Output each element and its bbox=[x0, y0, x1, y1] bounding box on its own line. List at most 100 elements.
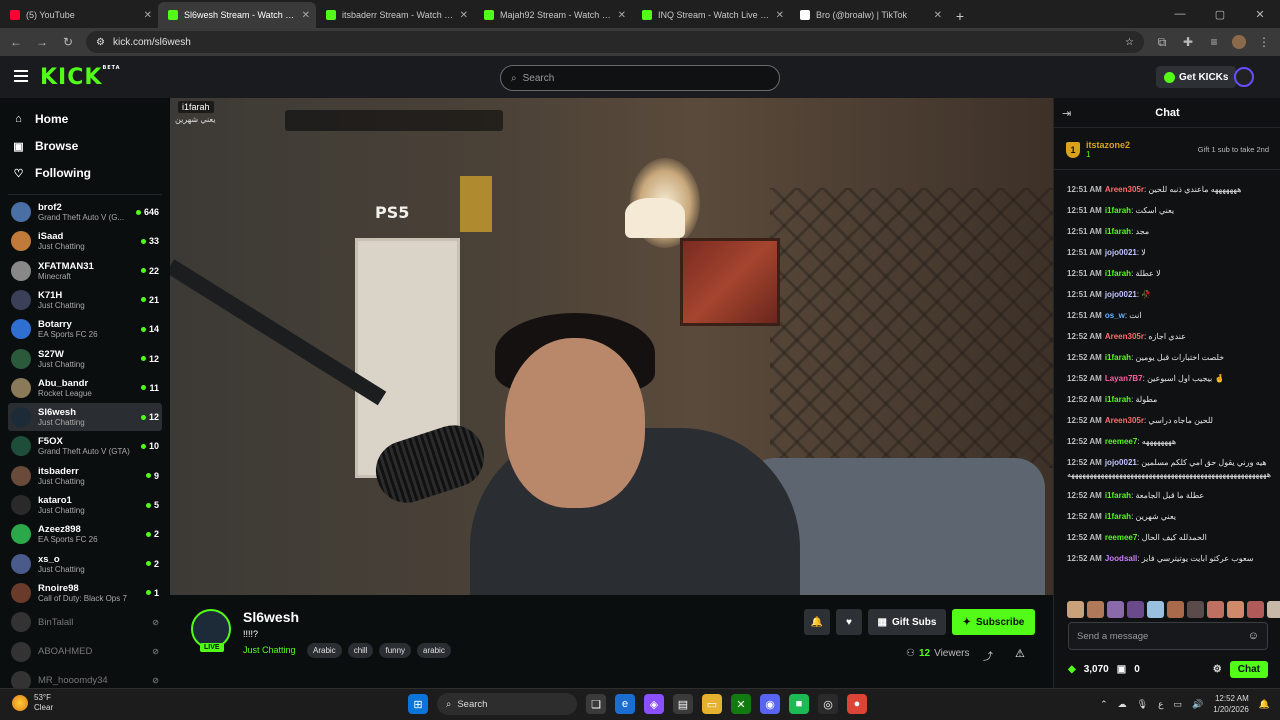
stream-category[interactable]: Just Chatting bbox=[243, 645, 296, 655]
stream-tag[interactable]: Arabic bbox=[307, 643, 342, 658]
browser-tab[interactable]: Majah92 Stream - Watch Live on Kick ✕ bbox=[474, 2, 632, 28]
mic-icon[interactable]: 🎙 bbox=[1137, 699, 1148, 710]
sidebar-channel[interactable]: K71H Just Chatting 21 bbox=[8, 286, 162, 314]
sidebar-channel[interactable]: iSaad Just Chatting 33 bbox=[8, 227, 162, 255]
close-window-icon[interactable]: ✕ bbox=[1240, 0, 1280, 28]
browser-tab[interactable]: (5) YouTube ✕ bbox=[0, 2, 158, 28]
sidebar-channel[interactable]: BinTalall ⊘ bbox=[8, 608, 162, 636]
copilot-icon[interactable]: ◈ bbox=[644, 694, 664, 714]
chrome-icon[interactable]: ● bbox=[847, 694, 867, 714]
extension-icon[interactable]: ⧉ bbox=[1154, 34, 1170, 50]
tab-close-icon[interactable]: ✕ bbox=[934, 10, 942, 21]
emote-icon[interactable] bbox=[1187, 601, 1204, 618]
follow-button[interactable]: ♥ bbox=[836, 609, 862, 635]
send-chat-button[interactable]: Chat bbox=[1229, 660, 1268, 678]
chat-message-input[interactable]: Send a message ☺ bbox=[1068, 622, 1268, 650]
profile-avatar[interactable] bbox=[1232, 35, 1246, 49]
message-user[interactable]: reemee7 bbox=[1105, 437, 1137, 446]
forward-icon[interactable]: → bbox=[34, 35, 50, 49]
sidebar-channel[interactable]: Rnoire98 Call of Duty: Black Ops 7 1 bbox=[8, 579, 162, 607]
message-user[interactable]: i1farah bbox=[1105, 353, 1131, 362]
language-icon[interactable]: ع bbox=[1158, 699, 1163, 710]
channel-name[interactable]: Sl6wesh bbox=[243, 609, 299, 625]
weather-widget[interactable]: 53°F Clear bbox=[12, 693, 53, 713]
stream-tag[interactable]: chill bbox=[347, 643, 374, 658]
message-user[interactable]: i1farah bbox=[1105, 206, 1131, 215]
get-kicks-button[interactable]: Get KICKs bbox=[1156, 66, 1237, 88]
emote-icon[interactable] bbox=[1087, 601, 1104, 618]
report-icon[interactable]: ⚠ bbox=[1015, 647, 1025, 660]
start-icon[interactable]: ⊞ bbox=[408, 694, 428, 714]
tab-close-icon[interactable]: ✕ bbox=[460, 10, 468, 21]
back-icon[interactable]: ← bbox=[8, 35, 24, 49]
emote-icon[interactable] bbox=[1107, 601, 1124, 618]
task-view-icon[interactable]: ❏ bbox=[586, 694, 606, 714]
notification-bell-button[interactable]: 🔔 bbox=[804, 609, 830, 635]
site-info-icon[interactable]: ⚙ bbox=[96, 37, 105, 48]
clock[interactable]: 12:52 AM 1/20/2026 bbox=[1213, 693, 1249, 715]
sidebar-channel[interactable]: XFATMAN31 Minecraft 22 bbox=[8, 257, 162, 285]
sidebar-channel[interactable]: F5OX Grand Theft Auto V (GTA) 10 bbox=[8, 432, 162, 460]
nav-home[interactable]: ⌂ Home bbox=[12, 112, 68, 126]
gift-count[interactable]: 0 bbox=[1134, 664, 1140, 675]
search-input[interactable]: ⌕ Search bbox=[500, 65, 780, 91]
media-icon[interactable]: ≡ bbox=[1206, 34, 1222, 50]
sidebar-channel[interactable]: Azeez898 EA Sports FC 26 2 bbox=[8, 520, 162, 548]
gift-subs-button[interactable]: ▦ Gift Subs bbox=[868, 609, 946, 635]
message-user[interactable]: jojo0021 bbox=[1105, 290, 1137, 299]
nav-browse[interactable]: ▣ Browse bbox=[12, 139, 78, 153]
xbox-icon[interactable]: ✕ bbox=[731, 694, 751, 714]
message-user[interactable]: i1farah bbox=[1105, 512, 1131, 521]
emote-icon[interactable] bbox=[1147, 601, 1164, 618]
emote-icon[interactable] bbox=[1067, 601, 1084, 618]
taskbar-search[interactable]: ⌕ Search bbox=[437, 693, 577, 715]
message-user[interactable]: Layan7B7 bbox=[1105, 374, 1143, 383]
menu-hamburger-icon[interactable] bbox=[14, 70, 28, 82]
bookmark-star-icon[interactable]: ☆ bbox=[1125, 37, 1134, 48]
sidebar-channel[interactable]: S27W Just Chatting 12 bbox=[8, 345, 162, 373]
maximize-icon[interactable]: ▢ bbox=[1200, 0, 1240, 28]
message-user[interactable]: jojo0021 bbox=[1105, 458, 1137, 467]
browser-tab[interactable]: INQ Stream - Watch Live on Kick ✕ bbox=[632, 2, 790, 28]
browser-tab[interactable]: itsbaderr Stream - Watch Live on Kick ✕ bbox=[316, 2, 474, 28]
discord-icon[interactable]: ◉ bbox=[760, 694, 780, 714]
edge-icon[interactable]: e bbox=[615, 694, 635, 714]
sidebar-channel[interactable]: kataro1 Just Chatting 5 bbox=[8, 491, 162, 519]
tab-close-icon[interactable]: ✕ bbox=[144, 10, 152, 21]
browser-tab[interactable]: Sl6wesh Stream - Watch Live on Kick ✕ bbox=[158, 2, 316, 28]
kick-logo[interactable]: KICKBETA bbox=[40, 65, 121, 90]
sidebar-channel[interactable]: Botarry EA Sports FC 26 14 bbox=[8, 315, 162, 343]
message-user[interactable]: Areen305r bbox=[1105, 416, 1144, 425]
video-player[interactable]: PS5 i1farah يعني شهرين bbox=[170, 98, 1053, 595]
volume-icon[interactable]: 🔊 bbox=[1192, 699, 1203, 710]
reload-icon[interactable]: ↻ bbox=[60, 35, 76, 49]
network-icon[interactable]: ▭ bbox=[1173, 699, 1182, 710]
emote-icon[interactable] bbox=[1127, 601, 1144, 618]
steam-icon[interactable]: ◎ bbox=[818, 694, 838, 714]
kicks-balance[interactable]: 3,070 bbox=[1084, 664, 1109, 675]
sidebar-channel[interactable]: ABOAHMED ⊘ bbox=[8, 638, 162, 666]
emote-icon[interactable] bbox=[1267, 601, 1280, 618]
emote-icon[interactable] bbox=[1227, 601, 1244, 618]
emote-icon[interactable] bbox=[1167, 601, 1184, 618]
cloud-icon[interactable]: ☁ bbox=[1118, 699, 1127, 710]
app-icon[interactable]: ■ bbox=[789, 694, 809, 714]
message-user[interactable]: Areen305r bbox=[1105, 185, 1144, 194]
menu-kebab-icon[interactable]: ⋮ bbox=[1256, 34, 1272, 50]
emote-icon[interactable] bbox=[1247, 601, 1264, 618]
message-user[interactable]: i1farah bbox=[1105, 227, 1131, 236]
message-user[interactable]: Joodsall bbox=[1105, 554, 1137, 563]
share-icon[interactable]: ⤴ bbox=[983, 648, 993, 663]
message-user[interactable]: jojo0021 bbox=[1105, 248, 1137, 257]
sidebar-channel[interactable]: Abu_bandr Rocket League 11 bbox=[8, 374, 162, 402]
collapse-chat-icon[interactable]: ⇥ bbox=[1062, 107, 1071, 120]
store-icon[interactable]: ▤ bbox=[673, 694, 693, 714]
browser-tab[interactable]: Bro (@broalw) | TikTok ✕ bbox=[790, 2, 948, 28]
tab-close-icon[interactable]: ✕ bbox=[302, 10, 310, 21]
message-user[interactable]: i1farah bbox=[1105, 269, 1131, 278]
settings-gear-icon[interactable]: ⚙ bbox=[1213, 664, 1222, 675]
subscribe-button[interactable]: ✦ Subscribe bbox=[952, 609, 1035, 635]
emoji-icon[interactable]: ☺ bbox=[1248, 630, 1259, 642]
file-explorer-icon[interactable]: ▭ bbox=[702, 694, 722, 714]
message-user[interactable]: i1farah bbox=[1105, 395, 1131, 404]
